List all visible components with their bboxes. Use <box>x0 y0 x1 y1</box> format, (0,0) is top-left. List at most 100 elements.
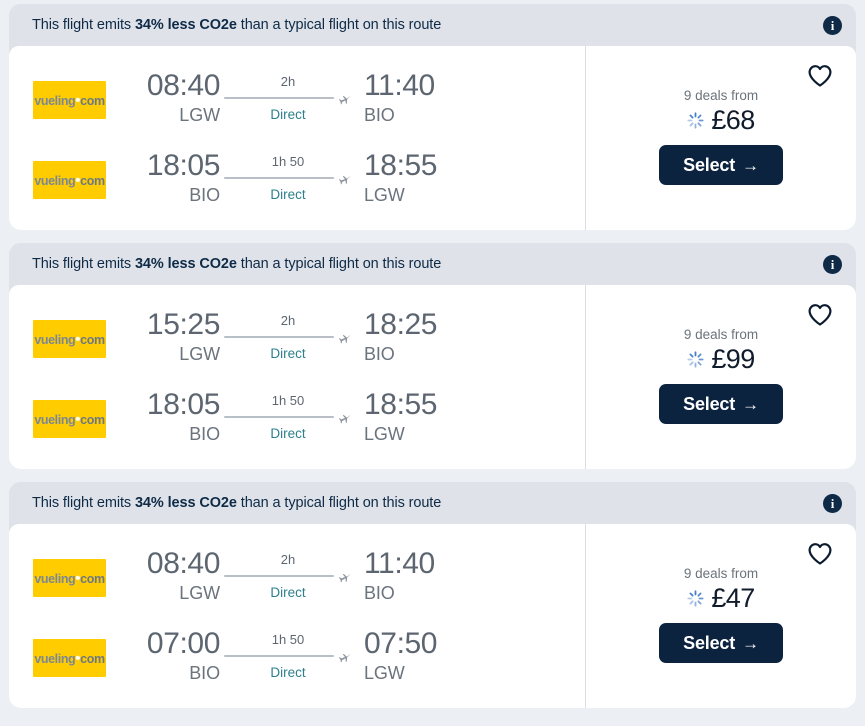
arrival-airport: LGW <box>364 184 405 205</box>
departure-time: 08:40 <box>146 547 220 581</box>
airplane-icon <box>338 414 351 424</box>
airline-logo-text: vueling•com <box>34 410 105 428</box>
flight-leg-1: vueling•com 08:40 LGW 2h Direct 11:40 BI… <box>9 60 585 140</box>
airplane-icon <box>338 95 351 105</box>
arrival-time: 07:50 <box>364 627 438 661</box>
select-button-label: Select <box>683 393 736 414</box>
eco-banner-text: This flight emits 34% less CO2e than a t… <box>32 17 441 33</box>
select-button[interactable]: Select → <box>659 623 783 664</box>
arrow-right-icon: → <box>742 155 759 175</box>
eco-banner-text: This flight emits 34% less CO2e than a t… <box>32 256 441 272</box>
arrival-block: 18:55 LGW <box>356 390 460 448</box>
favorite-button[interactable] <box>806 540 834 568</box>
favorite-button[interactable] <box>806 301 834 329</box>
flight-duration: 1h 50 <box>271 632 305 648</box>
airline-logo: vueling•com <box>33 320 106 358</box>
route-line-bar <box>224 655 334 658</box>
duration-block: 2h Direct <box>220 74 356 125</box>
flight-leg-2: vueling•com 07:00 BIO 1h 50 Direct 07:50… <box>9 618 585 698</box>
departure-block: 08:40 LGW <box>116 549 220 607</box>
price-pane: 9 deals from <box>586 285 856 469</box>
eco-banner: This flight emits 34% less CO2e than a t… <box>9 243 856 285</box>
favorite-button[interactable] <box>806 62 834 90</box>
departure-time: 15:25 <box>146 308 220 342</box>
departure-airport: LGW <box>179 104 220 125</box>
arrow-right-icon: → <box>742 633 759 653</box>
flight-duration: 1h 50 <box>271 154 305 170</box>
info-icon[interactable]: i <box>823 254 842 274</box>
spinner-icon <box>687 351 704 369</box>
flight-leg-2: vueling•com 18:05 BIO 1h 50 Direct 18:55… <box>9 140 585 220</box>
duration-block: 1h 50 Direct <box>220 393 356 444</box>
select-button[interactable]: Select → <box>659 384 783 425</box>
eco-banner-text: This flight emits 34% less CO2e than a t… <box>32 495 441 511</box>
spinner-icon <box>687 590 704 608</box>
departure-block: 18:05 BIO <box>116 390 220 448</box>
airline-logo: vueling•com <box>33 161 106 199</box>
arrival-block: 18:25 BIO <box>356 310 460 368</box>
arrival-airport: BIO <box>364 104 395 125</box>
airline-logo-text: vueling•com <box>34 171 105 189</box>
route-line <box>224 331 352 344</box>
departure-time: 18:05 <box>146 149 220 183</box>
flight-card-body: vueling•com 08:40 LGW 2h Direct 11:40 BI… <box>9 524 856 708</box>
flight-duration: 2h <box>280 552 296 568</box>
flight-card-3: This flight emits 34% less CO2e than a t… <box>9 482 856 708</box>
airline-logo-text: vueling•com <box>34 91 105 109</box>
flight-leg-1: vueling•com 08:40 LGW 2h Direct 11:40 BI… <box>9 538 585 618</box>
airplane-icon <box>338 573 351 583</box>
stops-label: Direct <box>270 187 306 203</box>
airplane-icon <box>338 653 351 663</box>
duration-block: 1h 50 Direct <box>220 632 356 683</box>
deals-count-label: 9 deals from <box>683 326 759 342</box>
airline-logo: vueling•com <box>33 400 106 438</box>
departure-time: 07:00 <box>146 627 220 661</box>
flight-legs-pane: vueling•com 08:40 LGW 2h Direct 11:40 BI… <box>9 46 586 230</box>
route-line-bar <box>224 575 334 578</box>
flight-leg-1: vueling•com 15:25 LGW 2h Direct 18:25 BI… <box>9 299 585 379</box>
route-line-bar <box>224 97 334 100</box>
flight-leg-2: vueling•com 18:05 BIO 1h 50 Direct 18:55… <box>9 379 585 459</box>
route-line <box>224 650 352 663</box>
departure-airport: LGW <box>179 343 220 364</box>
eco-text-after: than a typical flight on this route <box>236 495 442 511</box>
route-line-bar <box>224 336 334 339</box>
airline-logo-text: vueling•com <box>34 649 105 667</box>
arrival-block: 07:50 LGW <box>356 629 460 687</box>
heart-icon <box>808 65 832 87</box>
route-line-bar <box>224 416 334 419</box>
arrival-time: 18:55 <box>364 388 438 422</box>
flight-legs-pane: vueling•com 08:40 LGW 2h Direct 11:40 BI… <box>9 524 586 708</box>
eco-text-highlight: 34% less CO2e <box>134 495 237 511</box>
departure-time: 18:05 <box>146 388 220 422</box>
airline-logo-text: vueling•com <box>34 330 105 348</box>
info-icon[interactable]: i <box>823 15 842 35</box>
arrival-block: 18:55 LGW <box>356 151 460 209</box>
airline-logo: vueling•com <box>33 639 106 677</box>
eco-banner: This flight emits 34% less CO2e than a t… <box>9 4 856 46</box>
arrow-right-icon: → <box>742 394 759 414</box>
departure-block: 15:25 LGW <box>116 310 220 368</box>
arrival-airport: LGW <box>364 662 405 683</box>
price-amount: £68 <box>711 105 755 136</box>
route-line <box>224 92 352 105</box>
flight-card-body: vueling•com 15:25 LGW 2h Direct 18:25 BI… <box>9 285 856 469</box>
departure-block: 08:40 LGW <box>116 71 220 129</box>
stops-label: Direct <box>270 346 306 362</box>
arrival-airport: BIO <box>364 343 395 364</box>
arrival-time: 18:55 <box>364 149 438 183</box>
flight-card-1: This flight emits 34% less CO2e than a t… <box>9 4 856 230</box>
spinner-icon <box>687 112 704 130</box>
info-icon[interactable]: i <box>823 493 842 513</box>
deals-count-label: 9 deals from <box>683 565 759 581</box>
arrival-time: 11:40 <box>364 69 435 103</box>
route-line <box>224 172 352 185</box>
stops-label: Direct <box>270 426 306 442</box>
departure-block: 18:05 BIO <box>116 151 220 209</box>
airline-logo: vueling•com <box>33 559 106 597</box>
select-button-label: Select <box>683 632 736 653</box>
select-button[interactable]: Select → <box>659 145 783 186</box>
duration-block: 2h Direct <box>220 313 356 364</box>
arrival-airport: LGW <box>364 423 405 444</box>
arrival-block: 11:40 BIO <box>356 549 460 607</box>
